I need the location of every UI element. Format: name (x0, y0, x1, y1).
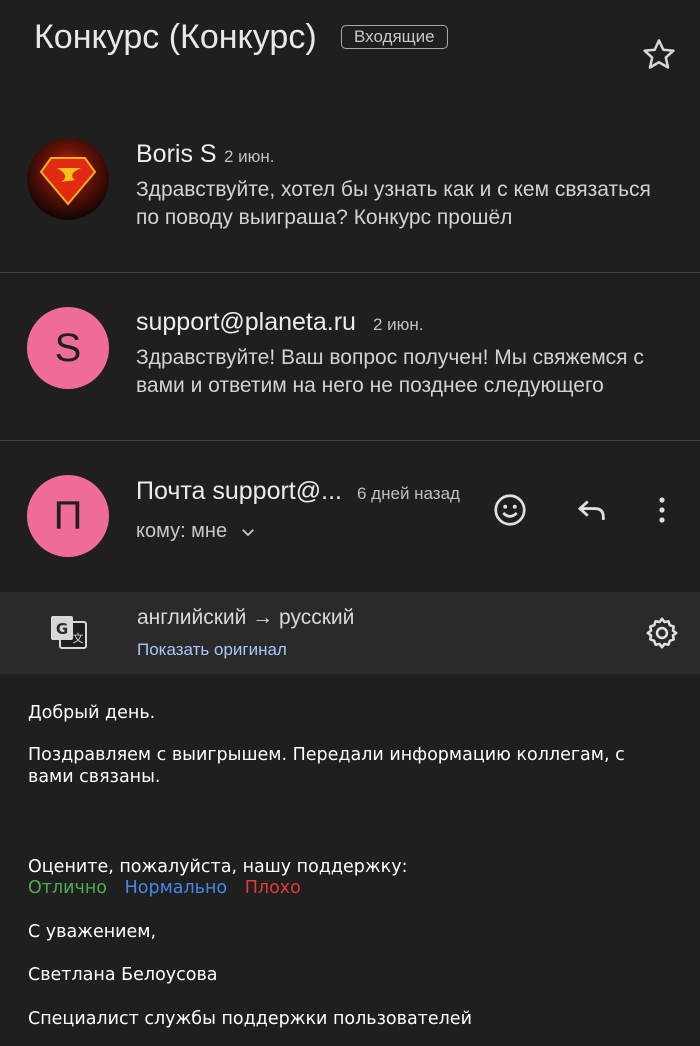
body-paragraph: Поздравляем с выигрышем. Передали информ… (28, 745, 625, 787)
message-item[interactable]: S support@planeta.ru 2 июн. Здравствуйте… (0, 284, 700, 434)
recipients-toggle[interactable]: кому: мне (136, 520, 257, 543)
inbox-label-chip[interactable]: Входящие (341, 25, 448, 49)
message-date: 2 июн. (224, 147, 275, 166)
rating-normal-link[interactable]: Нормально (125, 878, 228, 898)
divider (0, 440, 700, 441)
rating-options: Отлично Нормально Плохо (28, 877, 301, 899)
google-translate-icon: G 文 (50, 614, 88, 657)
chevron-down-icon (239, 523, 257, 541)
rating-excellent-link[interactable]: Отлично (28, 878, 107, 898)
signature-regards: С уважением, (28, 922, 157, 942)
sender-name[interactable]: Почта support@... (136, 477, 342, 506)
signature-name: Светлана Белоусова (28, 965, 218, 985)
message-item[interactable]: Boris S 2 июн. Здравствуйте, хотел бы уз… (0, 120, 700, 270)
sender-name: support@planeta.ru (136, 308, 356, 336)
superman-logo-avatar (27, 138, 109, 220)
signature-title: Специалист службы поддержки пользователе… (28, 1009, 472, 1029)
message-date: 6 дней назад (357, 484, 460, 503)
emoji-reaction-icon[interactable] (490, 490, 530, 530)
recipients-label: кому: мне (136, 520, 228, 542)
rating-prompt: Оцените, пожалуйста, нашу поддержку: (28, 857, 408, 877)
message-snippet: Здравствуйте! Ваш вопрос получен! Мы свя… (136, 346, 644, 397)
message-date: 2 июн. (373, 315, 424, 334)
message-snippet: Здравствуйте, хотел бы узнать как и с ке… (136, 178, 651, 229)
sender-avatar: П (27, 475, 109, 557)
svg-text:文: 文 (73, 631, 84, 645)
rating-bad-link[interactable]: Плохо (245, 878, 301, 898)
star-icon[interactable] (640, 36, 678, 74)
divider (0, 272, 700, 273)
sender-name: Boris S (136, 140, 217, 168)
reply-icon[interactable] (572, 490, 612, 530)
gear-icon[interactable] (642, 613, 682, 653)
translation-languages: английский → русский (137, 606, 355, 629)
translation-bar: G 文 английский → русский Показать оригин… (0, 592, 700, 674)
show-original-link[interactable]: Показать оригинал (137, 640, 287, 660)
email-subject: Конкурс (Конкурс) (34, 18, 317, 56)
svg-text:G: G (56, 620, 68, 638)
more-vert-icon[interactable] (642, 490, 682, 530)
body-greeting: Добрый день. (28, 703, 156, 723)
sender-avatar: S (27, 307, 109, 389)
